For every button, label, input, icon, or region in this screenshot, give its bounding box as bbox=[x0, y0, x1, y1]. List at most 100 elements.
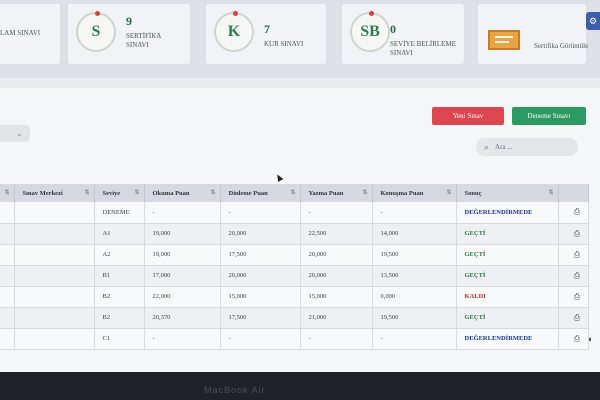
stat-card-placement[interactable]: SB 0 SEVİYE BELİRLEME SINAVI bbox=[342, 4, 464, 64]
stats-bar: LAM SINAVI S 9 SERTİFİKA SINAVI K 7 KUR … bbox=[0, 0, 600, 78]
search-placeholder: Ara ... bbox=[495, 143, 513, 151]
table-cell-merkez bbox=[14, 328, 95, 350]
table-cell-yazma: 20,000 bbox=[300, 265, 373, 287]
table-row: A2 19,000 17,500 20,000 19,500 GEÇTİ ⎙ bbox=[0, 244, 589, 266]
sort-icon[interactable]: ⇅ bbox=[548, 189, 553, 196]
table-cell-okuma: - bbox=[144, 328, 221, 350]
stat-count: 9 bbox=[126, 14, 132, 28]
column-header-index[interactable]: ⇅ bbox=[0, 184, 15, 202]
table-cell-yazma: 21,000 bbox=[300, 307, 373, 329]
header-label: Okuma Puan bbox=[152, 189, 190, 197]
column-header[interactable]: Yazma Puan ⇅ bbox=[300, 184, 373, 202]
screen: LAM SINAVI S 9 SERTİFİKA SINAVI K 7 KUR … bbox=[0, 0, 600, 372]
table-cell-yazma: 20,000 bbox=[300, 244, 373, 266]
sort-icon[interactable]: ⇅ bbox=[210, 189, 215, 196]
stat-count: 7 bbox=[264, 22, 270, 36]
stat-count: 0 bbox=[390, 22, 396, 36]
column-header-actions bbox=[558, 184, 589, 202]
table-cell-konusma: 19,500 bbox=[372, 307, 457, 329]
laptop-bezel bbox=[0, 372, 600, 400]
table-cell-yazma: - bbox=[300, 202, 373, 224]
print-icon[interactable]: ⎙ bbox=[558, 244, 589, 266]
row-index-cell bbox=[0, 307, 15, 329]
stat-card-view-certificate[interactable]: Sertifika Görüntüle bbox=[478, 4, 588, 64]
stat-card-level[interactable]: K 7 KUR SINAVI bbox=[206, 4, 326, 64]
table-cell-konusma: - bbox=[372, 202, 457, 224]
level-ring-icon: K bbox=[214, 11, 254, 52]
column-header[interactable]: Konuşma Puan ⇅ bbox=[372, 184, 457, 202]
table-cell-okuma: 19,000 bbox=[144, 244, 221, 266]
table-cell-merkez bbox=[14, 202, 95, 224]
print-icon[interactable]: ⎙ bbox=[558, 307, 589, 329]
sort-icon[interactable]: ⇅ bbox=[446, 189, 451, 196]
column-header[interactable]: Dinleme Puan ⇅ bbox=[220, 184, 301, 202]
table-cell-merkez bbox=[14, 286, 95, 308]
search-icon: ⌕ bbox=[484, 141, 490, 152]
ring-dot bbox=[369, 11, 374, 16]
table-cell-dinleme: - bbox=[220, 328, 301, 350]
table-cell-okuma: 19,000 bbox=[144, 223, 221, 245]
print-icon[interactable]: ⎙ bbox=[558, 223, 589, 245]
print-icon[interactable]: ⎙ bbox=[558, 286, 589, 308]
table-cell-konusma: 19,500 bbox=[372, 244, 457, 266]
sort-icon[interactable]: ⇅ bbox=[290, 189, 295, 196]
table-cell-dinleme: - bbox=[220, 202, 301, 224]
ring-dot bbox=[233, 11, 238, 16]
new-exam-button[interactable]: Yeni Sınav bbox=[432, 107, 504, 125]
table-cell-konusma: - bbox=[372, 328, 457, 350]
row-index-cell bbox=[0, 328, 15, 350]
table-cell-seviye: DENEME bbox=[94, 202, 145, 224]
header-label: Yazma Puan bbox=[308, 189, 344, 197]
sort-icon[interactable]: ⇅ bbox=[84, 189, 89, 196]
sort-icon[interactable]: ⇅ bbox=[362, 189, 367, 196]
column-header[interactable]: Okuma Puan ⇅ bbox=[144, 184, 221, 202]
table-cell-dinleme: 17,500 bbox=[220, 244, 301, 266]
print-icon[interactable]: ⎙ bbox=[558, 265, 589, 287]
header-label: Seviye bbox=[102, 189, 121, 197]
filter-dropdown[interactable]: ⌄ bbox=[0, 125, 30, 142]
table-cell-dinleme: 17,500 bbox=[220, 307, 301, 329]
table-cell-okuma: 22,000 bbox=[144, 286, 221, 308]
table-cell-seviye: A2 bbox=[94, 244, 145, 266]
column-header[interactable]: Sınav Merkezi ⇅ bbox=[14, 184, 95, 202]
table-cell-merkez bbox=[14, 307, 95, 329]
stat-initials: K bbox=[227, 23, 241, 40]
row-index-cell bbox=[0, 244, 15, 266]
trial-exam-button[interactable]: Deneme Sınavı bbox=[512, 107, 586, 125]
stat-card-certificate[interactable]: S 9 SERTİFİKA SINAVI bbox=[68, 4, 190, 64]
settings-icon[interactable]: ⚙ bbox=[586, 12, 600, 30]
search-input[interactable]: ⌕ Ara ... bbox=[476, 138, 578, 156]
result-cell: GEÇTİ bbox=[456, 265, 559, 287]
result-cell: DEĞERLENDİRMEDE bbox=[456, 328, 559, 350]
stat-label: KUR SINAVI bbox=[264, 40, 304, 48]
stat-initials: S bbox=[91, 23, 101, 40]
table-row: DENEME - - - - DEĞERLENDİRMEDE ⎙ bbox=[0, 202, 589, 224]
table-row: B2 22,000 15,000 15,000 0,000 KALDI ⎙ bbox=[0, 286, 589, 308]
table-cell-seviye: A1 bbox=[94, 223, 145, 245]
sort-icon[interactable]: ⇅ bbox=[134, 189, 139, 196]
column-header[interactable]: Seviye ⇅ bbox=[94, 184, 145, 202]
table-cell-konusma: 14,000 bbox=[372, 223, 457, 245]
device-label: MacBook Air bbox=[204, 385, 266, 395]
header-label: Sınav Merkezi bbox=[22, 189, 63, 197]
result-cell: GEÇTİ bbox=[456, 223, 559, 245]
table-row: A1 19,000 20,000 22,500 14,000 GEÇTİ ⎙ bbox=[0, 223, 589, 245]
table-cell-yazma: - bbox=[300, 328, 373, 350]
table-cell-seviye: B2 bbox=[94, 286, 145, 308]
row-index-cell bbox=[0, 223, 15, 245]
column-header[interactable]: Sonuç ⇅ bbox=[456, 184, 559, 202]
print-icon[interactable]: ⎙ bbox=[558, 202, 589, 224]
feedback-icon[interactable]: ◐ bbox=[588, 334, 600, 348]
result-cell: GEÇTİ bbox=[456, 307, 559, 329]
stat-card-exam[interactable]: LAM SINAVI bbox=[0, 4, 60, 64]
print-icon[interactable]: ⎙ bbox=[558, 328, 589, 350]
table-cell-yazma: 22,500 bbox=[300, 223, 373, 245]
row-index-cell bbox=[0, 202, 15, 224]
table-cell-konusma: 13,500 bbox=[372, 265, 457, 287]
table-cell-okuma: 20,370 bbox=[144, 307, 221, 329]
table-cell-yazma: 15,000 bbox=[300, 286, 373, 308]
stat-label: SEVİYE BELİRLEME SINAVI bbox=[390, 40, 456, 57]
table-cell-okuma: 17,000 bbox=[144, 265, 221, 287]
sort-icon[interactable]: ⇅ bbox=[4, 189, 9, 196]
header-label: Sonuç bbox=[464, 189, 482, 197]
